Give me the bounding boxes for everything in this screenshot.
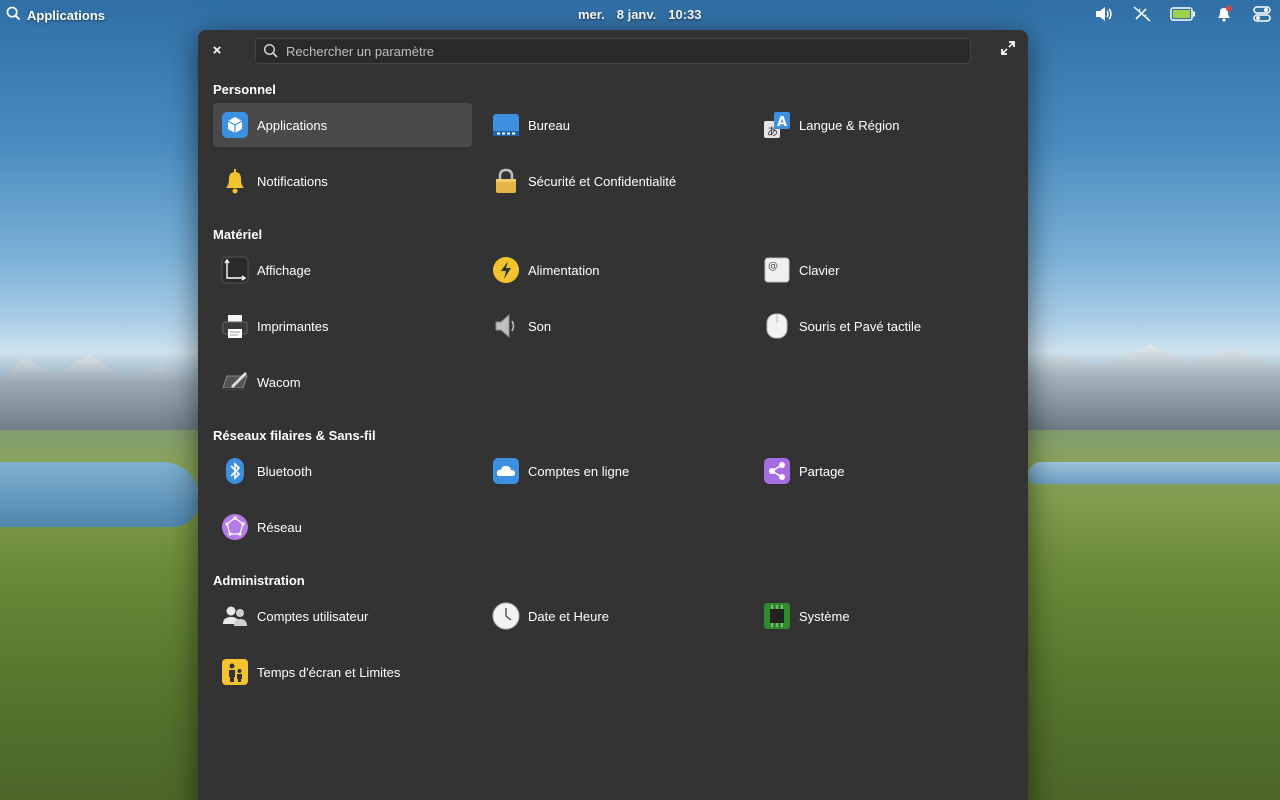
settings-item-son[interactable]: Son — [484, 304, 743, 348]
applications-menu-button[interactable]: Applications — [6, 6, 105, 24]
settings-item-notifications[interactable]: Notifications — [213, 159, 472, 203]
settings-item-applications[interactable]: Applications — [213, 103, 472, 147]
mouse-icon — [763, 312, 791, 340]
settings-window: × Personnel Applications Bureau あA Langu… — [198, 30, 1028, 800]
quick-settings-toggle-icon[interactable] — [1252, 5, 1272, 23]
settings-item-clavier[interactable]: @ Clavier — [755, 248, 1014, 292]
display-icon — [221, 256, 249, 284]
svg-text:A: A — [777, 115, 787, 130]
item-label: Affichage — [257, 262, 311, 278]
item-label: Comptes utilisateur — [257, 608, 369, 624]
notifications-bell-icon[interactable] — [1214, 5, 1234, 23]
time-text: 10:33 — [668, 7, 702, 22]
item-label: Système — [799, 608, 850, 624]
date-day: mer. — [578, 7, 605, 22]
item-label: Notifications — [257, 173, 328, 189]
settings-item-date-heure[interactable]: Date et Heure — [484, 594, 743, 638]
item-label: Clavier — [799, 262, 840, 278]
item-label: Bureau — [528, 117, 570, 133]
settings-item-bureau[interactable]: Bureau — [484, 103, 743, 147]
search-field[interactable] — [255, 38, 971, 64]
bell-icon — [221, 167, 249, 195]
cloud-icon — [492, 457, 520, 485]
settings-item-imprimantes[interactable]: Imprimantes — [213, 304, 472, 348]
section-title-personnel: Personnel — [213, 82, 276, 97]
search-icon — [263, 43, 279, 59]
settings-item-securite[interactable]: Sécurité et Confidentialité — [484, 159, 743, 203]
item-label: Imprimantes — [257, 318, 329, 334]
users-icon — [221, 602, 249, 630]
settings-item-bluetooth[interactable]: Bluetooth — [213, 449, 472, 493]
close-button[interactable]: × — [208, 40, 226, 60]
svg-text:@: @ — [768, 261, 778, 272]
settings-item-partage[interactable]: Partage — [755, 449, 1014, 493]
clock-icon — [492, 602, 520, 630]
settings-item-systeme[interactable]: Système — [755, 594, 1014, 638]
item-label: Comptes en ligne — [528, 463, 630, 479]
language-icon: あA — [763, 111, 791, 139]
item-label: Réseau — [257, 519, 302, 535]
item-label: Langue & Région — [799, 117, 900, 133]
mountains-right — [1020, 344, 1280, 430]
date-text: 8 janv. — [616, 7, 657, 22]
maximize-icon — [1001, 40, 1015, 60]
top-panel: Applications mer. 8 janv. 10:33 — [0, 0, 1280, 28]
settings-item-langue-region[interactable]: あA Langue & Région — [755, 103, 1014, 147]
close-icon: × — [212, 41, 222, 59]
settings-item-temps-ecran[interactable]: Temps d'écran et Limites — [213, 650, 472, 694]
item-label: Bluetooth — [257, 463, 312, 479]
desktop-icon — [492, 111, 520, 139]
settings-item-comptes-utilisateur[interactable]: Comptes utilisateur — [213, 594, 472, 638]
section-title-materiel: Matériel — [213, 227, 263, 242]
power-icon — [492, 256, 520, 284]
maximize-button[interactable] — [998, 40, 1018, 60]
section-title-administration: Administration — [213, 573, 305, 588]
settings-item-comptes-en-ligne[interactable]: Comptes en ligne — [484, 449, 743, 493]
printer-icon — [221, 312, 249, 340]
search-input[interactable] — [284, 42, 948, 60]
item-label: Partage — [799, 463, 845, 479]
network-disconnected-icon[interactable] — [1132, 5, 1152, 23]
datetime-indicator[interactable]: mer. 8 janv. 10:33 — [578, 7, 702, 22]
settings-item-souris[interactable]: Souris et Pavé tactile — [755, 304, 1014, 348]
applications-icon — [221, 111, 249, 139]
item-label: Son — [528, 318, 552, 334]
keyboard-icon: @ — [763, 256, 791, 284]
lock-icon — [492, 167, 520, 195]
item-label: Wacom — [257, 374, 301, 390]
item-label: Alimentation — [528, 262, 600, 278]
settings-item-wacom[interactable]: Wacom — [213, 360, 472, 404]
item-label: Sécurité et Confidentialité — [528, 173, 677, 189]
item-label: Applications — [257, 117, 328, 133]
share-icon — [763, 457, 791, 485]
speaker-icon — [492, 312, 520, 340]
applications-menu-label: Applications — [27, 7, 106, 23]
settings-item-reseau[interactable]: Réseau — [213, 505, 472, 549]
parental-controls-icon — [221, 658, 249, 686]
item-label: Date et Heure — [528, 608, 609, 624]
lake-left — [0, 462, 200, 527]
network-globe-icon — [221, 513, 249, 541]
item-label: Souris et Pavé tactile — [799, 318, 922, 334]
settings-item-alimentation[interactable]: Alimentation — [484, 248, 743, 292]
bluetooth-icon — [221, 457, 249, 485]
item-label: Temps d'écran et Limites — [257, 664, 401, 680]
search-icon — [6, 6, 21, 24]
battery-icon[interactable] — [1170, 5, 1196, 23]
lake-right — [1028, 462, 1280, 484]
settings-item-affichage[interactable]: Affichage — [213, 248, 472, 292]
mountains-left — [0, 354, 200, 430]
volume-icon[interactable] — [1094, 5, 1114, 23]
tablet-pen-icon — [221, 368, 249, 396]
chip-icon — [763, 602, 791, 630]
system-indicators — [1094, 5, 1272, 23]
section-title-reseaux: Réseaux filaires & Sans-fil — [213, 428, 376, 443]
